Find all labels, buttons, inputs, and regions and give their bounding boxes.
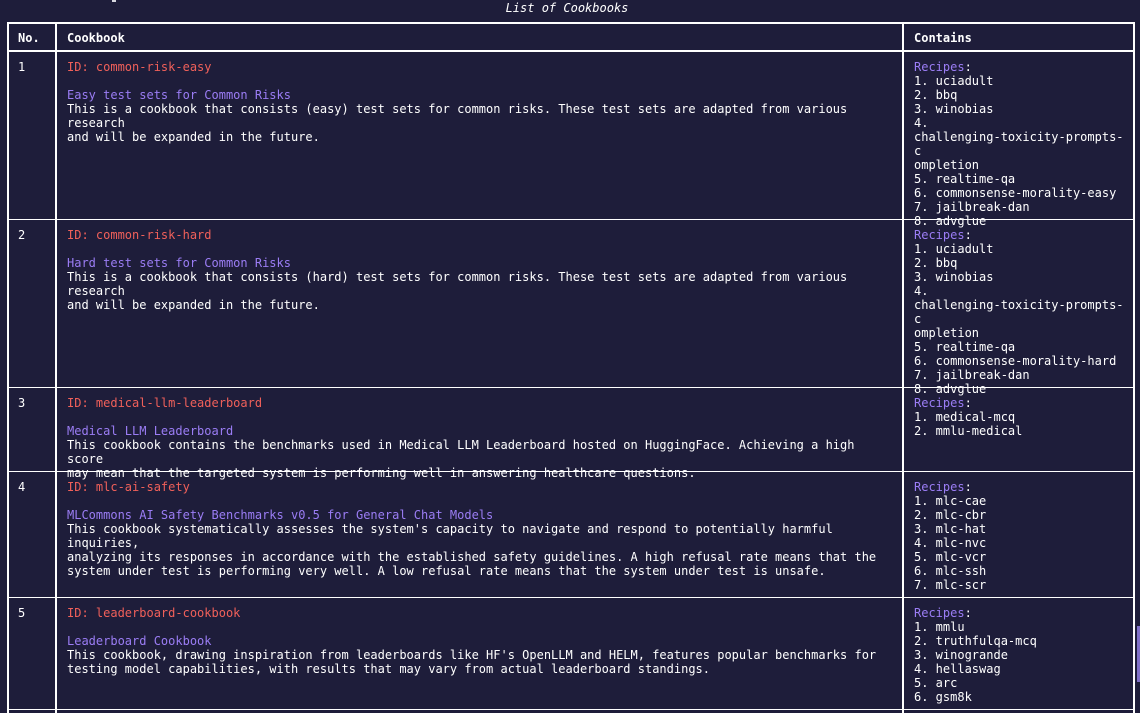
cookbook-id: ID: leaderboard-cookbook (67, 606, 241, 620)
recipe-item: 6. commonsense-morality-easy (914, 186, 1117, 200)
row-number: 5 (18, 606, 26, 620)
recipe-item: 7. jailbreak-dan (914, 368, 1030, 382)
recipe-item: 5. mlc-vcr (914, 550, 987, 564)
table-row: 1 ID: common-risk-easy Easy test sets fo… (9, 54, 1133, 228)
recipe-item: 6. mlc-ssh (914, 564, 987, 578)
row-number: 2 (18, 228, 26, 242)
recipe-item: 1. uciadult (914, 74, 994, 88)
table-caption: List of Cookbooks (505, 1, 629, 15)
recipe-item: 1. uciadult (914, 242, 994, 256)
contains-cell: Recipes: 1. uciadult 2. bbq 3. winobias … (914, 60, 1128, 228)
cookbook-id: ID: common-risk-easy (67, 60, 212, 74)
recipe-item: 5. realtime-qa (914, 172, 1016, 186)
recipe-item: 3. mlc-hat (914, 522, 987, 536)
cookbook-title: Hard test sets for Common Risks (67, 256, 291, 270)
recipe-item: 3. winogrande (914, 648, 1008, 662)
recipe-item: 3. winobias (914, 270, 994, 284)
table-row: 3 ID: medical-llm-leaderboard Medical LL… (9, 390, 1133, 480)
cookbook-cell: ID: medical-llm-leaderboard Medical LLM … (67, 396, 897, 480)
recipe-item: 2. bbq (914, 256, 958, 270)
recipe-item: 4. hellaswag (914, 662, 1001, 676)
recipes-label: Recipes (914, 606, 965, 620)
cookbook-id: ID: common-risk-hard (67, 228, 212, 242)
recipe-item: 2. mmlu-medical (914, 424, 1023, 438)
recipe-item: 4. challenging-toxicity-prompts-c omplet… (914, 116, 1124, 172)
contains-cell: Recipes: 1. mlc-cae 2. mlc-cbr 3. mlc-ha… (914, 480, 1128, 592)
recipe-item: 3. winobias (914, 102, 994, 116)
cookbook-description: This is a cookbook that consists (easy) … (67, 102, 848, 144)
recipe-item: 2. truthfulqa-mcq (914, 634, 1037, 648)
table-row: 2 ID: common-risk-hard Hard test sets fo… (9, 222, 1133, 396)
cookbook-cell: ID: common-risk-hard Hard test sets for … (67, 228, 897, 312)
table-row: 5 ID: leaderboard-cookbook Leaderboard C… (9, 600, 1133, 713)
row-number: 4 (18, 480, 26, 494)
recipe-item: 6. gsm8k (914, 690, 972, 704)
recipe-item: 4. challenging-toxicity-prompts-c omplet… (914, 284, 1124, 340)
cookbook-description: This cookbook, drawing inspiration from … (67, 648, 877, 676)
cookbook-title: Easy test sets for Common Risks (67, 88, 291, 102)
recipe-item: 6. commonsense-morality-hard (914, 354, 1117, 368)
cookbook-cell: ID: mlc-ai-safety MLCommons AI Safety Be… (67, 480, 897, 578)
recipes-label: Recipes (914, 396, 965, 410)
cookbook-id: ID: mlc-ai-safety (67, 480, 190, 494)
row-number: 3 (18, 396, 26, 410)
contains-cell: Recipes: 1. mmlu 2. truthfulqa-mcq 3. wi… (914, 606, 1128, 704)
cookbook-cell: ID: common-risk-easy Easy test sets for … (67, 60, 897, 144)
row-number: 1 (18, 60, 26, 74)
cookbook-description: This is a cookbook that consists (hard) … (67, 270, 848, 312)
recipe-item: 7. jailbreak-dan (914, 200, 1030, 214)
row-divider (9, 709, 1133, 710)
contains-cell: Recipes: 1. uciadult 2. bbq 3. winobias … (914, 228, 1128, 396)
cookbook-title: Leaderboard Cookbook (67, 634, 212, 648)
recipe-item: 2. bbq (914, 88, 958, 102)
cookbook-description: This cookbook systematically assesses th… (67, 522, 877, 578)
recipe-item: 1. mmlu (914, 620, 965, 634)
cookbook-id: ID: medical-llm-leaderboard (67, 396, 263, 410)
recipe-item: 2. mlc-cbr (914, 508, 987, 522)
recipe-item: 5. realtime-qa (914, 340, 1016, 354)
cookbook-title: Medical LLM Leaderboard (67, 424, 234, 438)
cookbook-title: MLCommons AI Safety Benchmarks v0.5 for … (67, 508, 494, 522)
table-row: 4 ID: mlc-ai-safety MLCommons AI Safety … (9, 474, 1133, 598)
recipes-label: Recipes (914, 228, 965, 242)
recipe-item: 1. mlc-cae (914, 494, 987, 508)
recipes-label: Recipes (914, 60, 965, 74)
cookbook-cell: ID: leaderboard-cookbook Leaderboard Coo… (67, 606, 897, 676)
contains-cell: Recipes: 1. medical-mcq 2. mmlu-medical (914, 396, 1128, 438)
recipe-item: 5. arc (914, 676, 958, 690)
recipe-item: 7. mlc-scr (914, 578, 987, 592)
recipe-item: 4. mlc-nvc (914, 536, 987, 550)
recipes-label: Recipes (914, 480, 965, 494)
recipe-item: 1. medical-mcq (914, 410, 1016, 424)
